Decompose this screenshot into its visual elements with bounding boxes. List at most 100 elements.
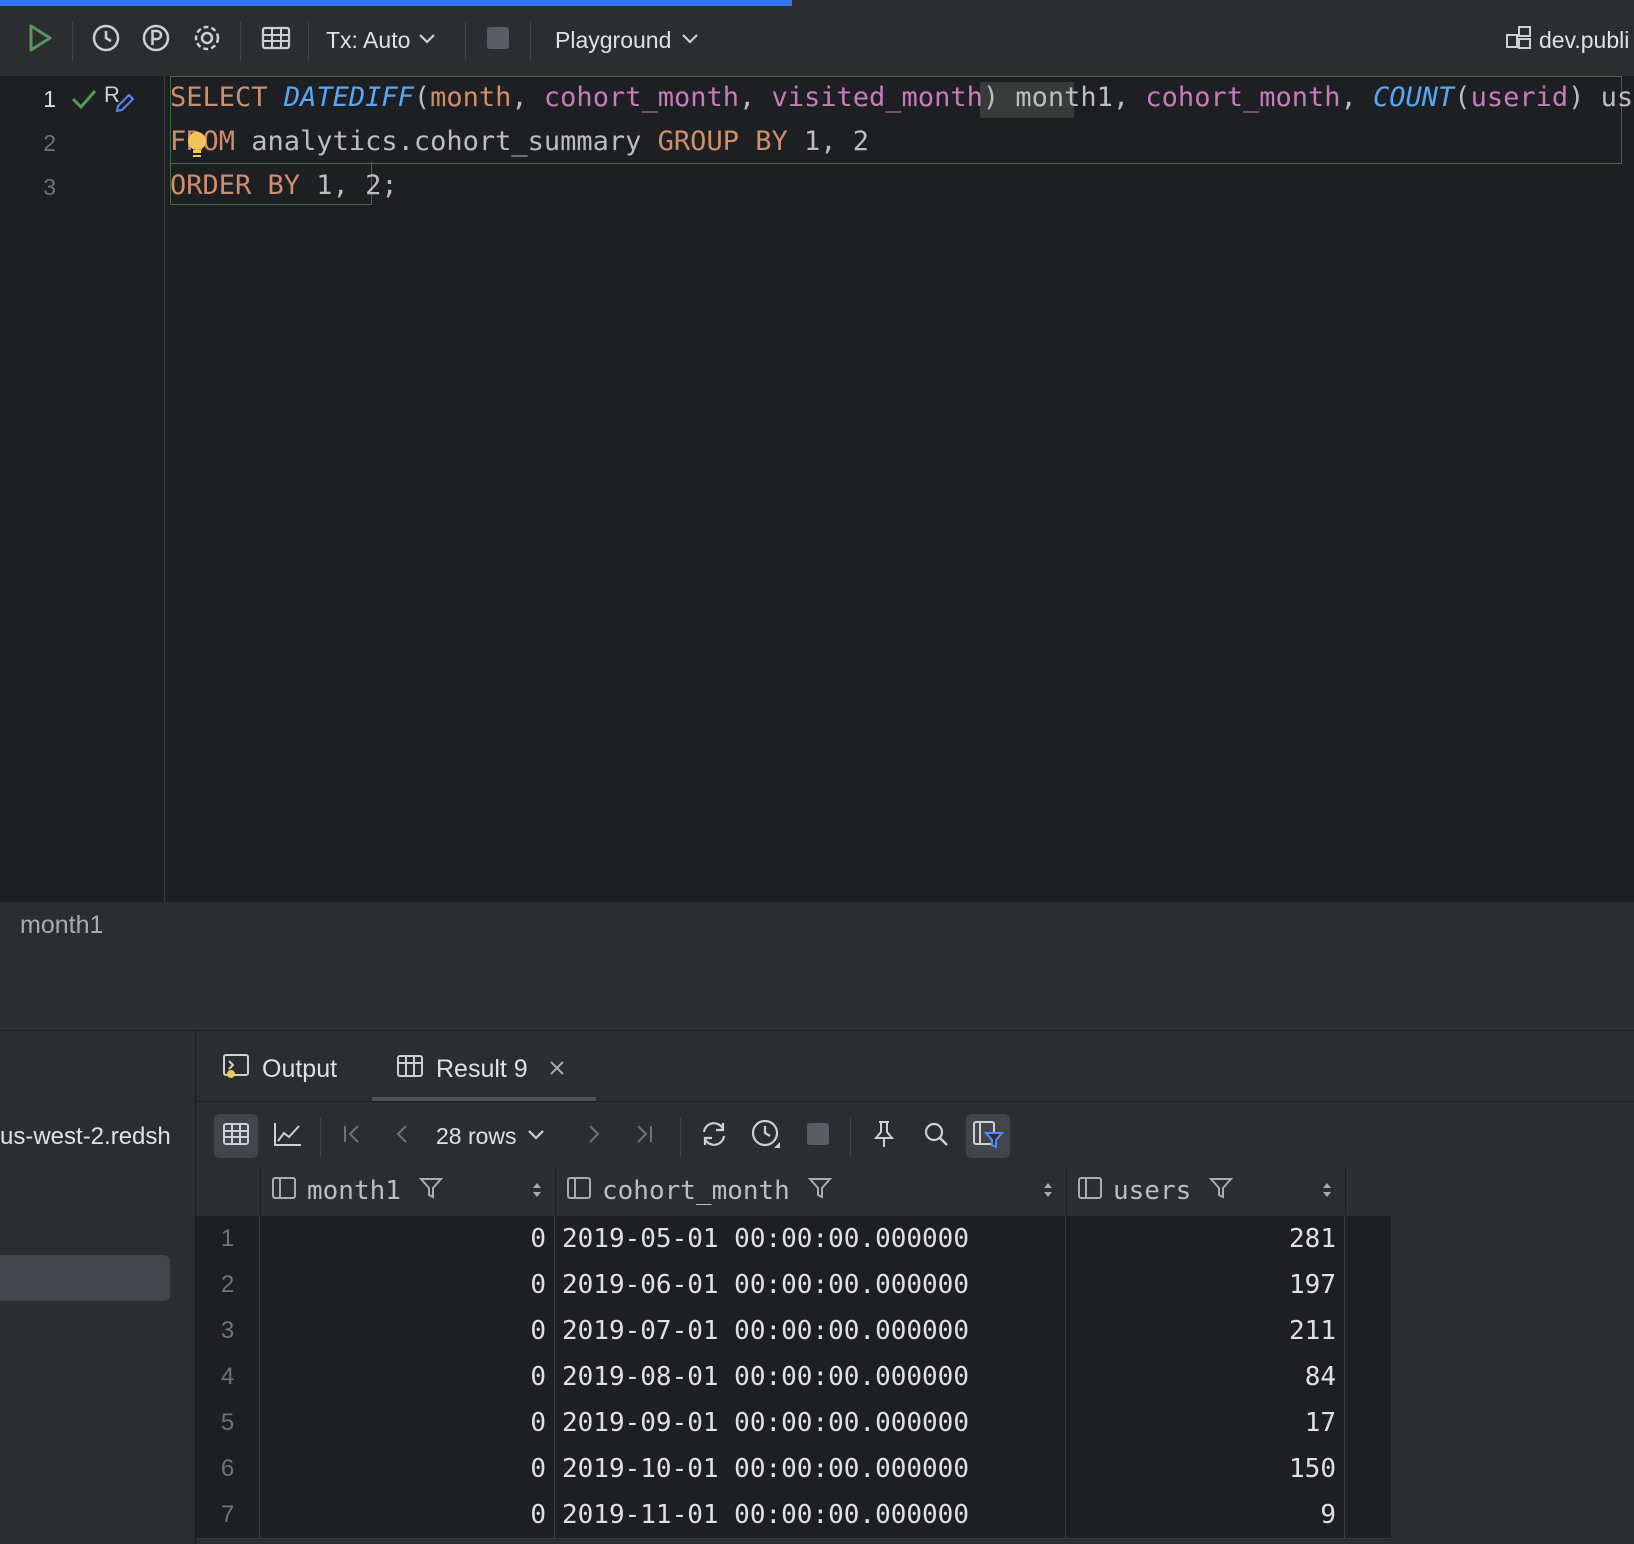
filter-icon[interactable] (1209, 1176, 1234, 1207)
tab-output[interactable]: Output (222, 1049, 337, 1089)
cohort-month-cell[interactable]: 2019-09-01 00:00:00.000000 (556, 1400, 1066, 1446)
lightbulb-icon[interactable] (186, 130, 208, 167)
row-number-cell[interactable]: 3 (196, 1308, 260, 1354)
month1-cell[interactable]: 0 (261, 1262, 555, 1308)
table-row[interactable]: 5 0 2019-09-01 00:00:00.000000 17 (196, 1400, 1391, 1447)
table-row[interactable]: 1 0 2019-05-01 00:00:00.000000 281 (196, 1216, 1391, 1263)
selected-tree-item[interactable] (0, 1255, 170, 1301)
cohort-month-cell[interactable]: 2019-05-01 00:00:00.000000 (556, 1216, 1066, 1262)
month1-cell[interactable]: 0 (261, 1492, 555, 1538)
stop-icon (486, 26, 510, 55)
keyword-token: SELECT (170, 82, 268, 113)
stop-icon (806, 1122, 830, 1151)
row-number-cell[interactable]: 5 (196, 1400, 260, 1446)
datasource-selector[interactable]: dev.publi (1505, 20, 1634, 60)
users-cell[interactable]: 9 (1067, 1492, 1345, 1538)
console-icon (222, 1052, 250, 1087)
sort-icon[interactable] (531, 1176, 543, 1207)
host-label[interactable]: us-west-2.redsh (0, 1123, 171, 1151)
table-row[interactable]: 7 0 2019-11-01 00:00:00.000000 9 (196, 1492, 1391, 1539)
stop-button[interactable] (478, 20, 518, 60)
clock-icon (91, 23, 121, 58)
cohort-month-cell[interactable]: 2019-06-01 00:00:00.000000 (556, 1262, 1066, 1308)
users-cell[interactable]: 281 (1067, 1216, 1345, 1262)
line-number: 2 (43, 130, 56, 156)
sort-icon[interactable] (1321, 1176, 1333, 1207)
cancel-query-button[interactable] (796, 1114, 840, 1158)
table-row[interactable]: 3 0 2019-07-01 00:00:00.000000 211 (196, 1308, 1391, 1355)
cohort-month-cell[interactable]: 2019-11-01 00:00:00.000000 (556, 1492, 1066, 1538)
search-icon (922, 1120, 950, 1153)
line-number: 1 (43, 86, 56, 112)
editor-breadcrumb: month1 (0, 902, 1634, 950)
filter-icon[interactable] (418, 1176, 444, 1207)
row-number-cell[interactable]: 2 (196, 1262, 260, 1308)
table-icon (396, 1053, 424, 1086)
sql-editor[interactable]: 1 2 3 R SELECT DATEDIFF(month, cohort_mo… (0, 76, 1634, 902)
toolbar-divider (308, 22, 309, 60)
tab-result[interactable]: Result 9 (396, 1049, 566, 1089)
services-panel: us-west-2.redsh (0, 1031, 196, 1544)
chart-view-button[interactable] (266, 1114, 310, 1158)
auto-refresh-button[interactable] (744, 1114, 788, 1158)
row-number-cell[interactable]: 7 (196, 1492, 260, 1538)
previous-page-button[interactable] (382, 1114, 422, 1158)
month1-cell[interactable]: 0 (261, 1446, 555, 1492)
p-circle-icon (141, 23, 171, 58)
cohort-month-cell[interactable]: 2019-08-01 00:00:00.000000 (556, 1354, 1066, 1400)
table-row[interactable]: 2 0 2019-06-01 00:00:00.000000 197 (196, 1262, 1391, 1309)
search-button[interactable] (914, 1114, 958, 1158)
last-page-button[interactable] (624, 1114, 664, 1158)
session-dropdown[interactable]: Playground (555, 20, 725, 60)
column-header[interactable]: users (1067, 1167, 1346, 1215)
keyword-token: month (430, 82, 512, 113)
settings-button[interactable] (187, 20, 227, 60)
filter-panel-button[interactable] (966, 1114, 1010, 1158)
explain-plan-button[interactable] (136, 20, 176, 60)
cohort-month-cell[interactable]: 2019-10-01 00:00:00.000000 (556, 1446, 1066, 1492)
code-token: ( (1454, 82, 1471, 113)
month1-cell[interactable]: 0 (261, 1400, 555, 1446)
transaction-mode-label: Tx: Auto (326, 26, 411, 53)
first-page-button[interactable] (332, 1114, 372, 1158)
table-row[interactable]: 4 0 2019-08-01 00:00:00.000000 84 (196, 1354, 1391, 1401)
filter-icon[interactable] (807, 1176, 833, 1207)
grid-view-button[interactable] (214, 1114, 258, 1158)
last-page-icon (633, 1123, 655, 1150)
breadcrumb-item[interactable]: month1 (20, 911, 103, 940)
column-header[interactable]: cohort_month (556, 1167, 1067, 1215)
pin-tab-button[interactable] (862, 1114, 906, 1158)
month1-cell[interactable]: 0 (261, 1354, 555, 1400)
users-cell[interactable]: 211 (1067, 1308, 1345, 1354)
run-button[interactable] (20, 20, 60, 60)
row-number-cell[interactable]: 1 (196, 1216, 260, 1262)
history-button[interactable] (86, 20, 126, 60)
row-number-cell[interactable]: 6 (196, 1446, 260, 1492)
chevron-down-icon (418, 31, 436, 49)
row-count-dropdown[interactable]: 28 rows (436, 1114, 566, 1158)
line-chart-icon (273, 1121, 303, 1152)
column-header[interactable]: month1 (261, 1167, 556, 1215)
month1-cell[interactable]: 0 (261, 1308, 555, 1354)
next-page-button[interactable] (574, 1114, 614, 1158)
table-icon (222, 1121, 250, 1152)
pencil-icon[interactable] (114, 92, 136, 119)
table-view-button[interactable] (256, 20, 296, 60)
function-token: DATEDIFF (283, 82, 414, 113)
refresh-icon (699, 1120, 729, 1153)
sort-icon[interactable] (1042, 1176, 1054, 1207)
users-cell[interactable]: 17 (1067, 1400, 1345, 1446)
row-number-cell[interactable]: 4 (196, 1354, 260, 1400)
table-row[interactable]: 6 0 2019-10-01 00:00:00.000000 150 (196, 1446, 1391, 1493)
transaction-mode-dropdown[interactable]: Tx: Auto (326, 20, 448, 60)
keyword-token: GROUP BY (657, 126, 788, 157)
code-line-3: ORDER BY 1, 2; (170, 170, 398, 201)
users-cell[interactable]: 150 (1067, 1446, 1345, 1492)
month1-cell[interactable]: 0 (261, 1216, 555, 1262)
refresh-button[interactable] (692, 1114, 736, 1158)
cohort-month-cell[interactable]: 2019-07-01 00:00:00.000000 (556, 1308, 1066, 1354)
users-cell[interactable]: 84 (1067, 1354, 1345, 1400)
users-cell[interactable]: 197 (1067, 1262, 1345, 1308)
alias-token: month1 (1015, 82, 1113, 113)
close-icon[interactable] (548, 1055, 566, 1084)
